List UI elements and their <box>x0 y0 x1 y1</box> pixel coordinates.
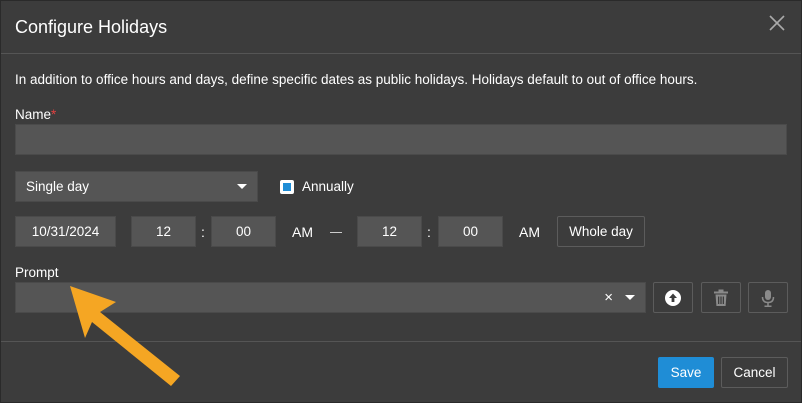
upload-icon <box>665 289 681 306</box>
record-prompt-button[interactable] <box>748 282 788 313</box>
dialog-header: Configure Holidays <box>1 1 801 54</box>
duration-select-value: Single day <box>26 179 90 194</box>
delete-prompt-button[interactable] <box>701 282 741 313</box>
clear-icon[interactable]: × <box>604 289 613 306</box>
name-input[interactable] <box>15 124 787 155</box>
end-time-separator: : <box>427 224 431 240</box>
name-label-text: Name <box>15 107 52 122</box>
configure-holidays-dialog: Configure Holidays In addition to office… <box>0 0 802 403</box>
prompt-select[interactable]: × <box>15 282 646 313</box>
end-minute-input[interactable]: 00 <box>438 216 503 247</box>
close-button[interactable] <box>767 13 787 33</box>
save-button[interactable]: Save <box>658 357 714 388</box>
required-mark: * <box>51 107 57 122</box>
name-label: Name* <box>15 107 56 122</box>
time-range-dash <box>330 232 342 233</box>
end-hour-input[interactable]: 12 <box>357 216 422 247</box>
trash-icon <box>714 289 728 306</box>
end-ampm[interactable]: AM <box>519 224 540 240</box>
annually-checkbox[interactable]: Annually <box>280 179 354 194</box>
chevron-down-icon <box>625 295 635 300</box>
start-hour-input[interactable]: 12 <box>131 216 196 247</box>
whole-day-button[interactable]: Whole day <box>557 216 645 247</box>
date-input[interactable]: 10/31/2024 <box>15 216 116 247</box>
close-icon <box>769 15 785 31</box>
start-minute-input[interactable]: 00 <box>211 216 276 247</box>
checkbox-checked-mark <box>283 182 291 191</box>
prompt-label: Prompt <box>15 265 59 280</box>
start-time-separator: : <box>201 224 205 240</box>
checkbox-box[interactable] <box>280 179 294 194</box>
chevron-down-icon <box>237 184 247 189</box>
footer-divider <box>1 341 801 342</box>
start-ampm[interactable]: AM <box>292 224 313 240</box>
upload-prompt-button[interactable] <box>653 282 693 313</box>
annually-label: Annually <box>302 179 354 194</box>
duration-select[interactable]: Single day <box>15 171 258 202</box>
cancel-button[interactable]: Cancel <box>721 357 788 388</box>
dialog-title: Configure Holidays <box>15 17 168 37</box>
dialog-description: In addition to office hours and days, de… <box>15 72 698 87</box>
microphone-icon <box>761 289 775 307</box>
